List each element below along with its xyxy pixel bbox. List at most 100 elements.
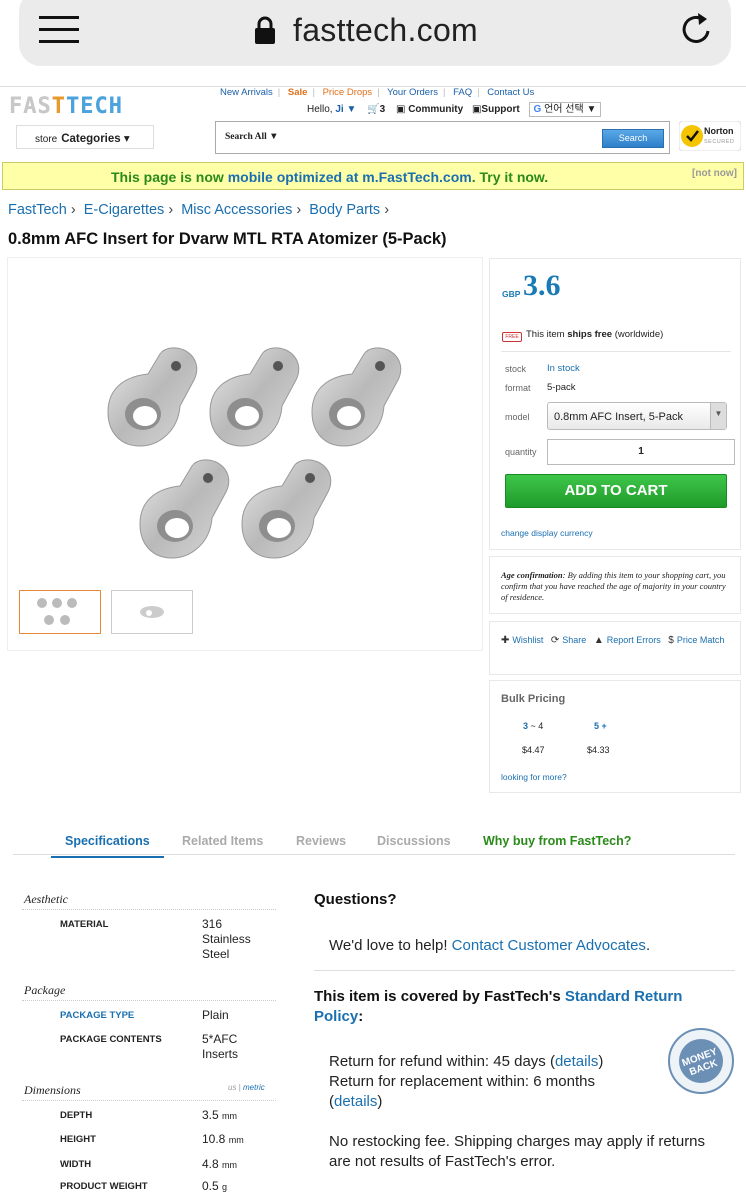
fasttech-logo[interactable]: FASTTECH	[9, 94, 123, 119]
warning-icon: ▲	[593, 635, 604, 646]
browser-toolbar: fasttech.com	[0, 0, 746, 86]
sale-link[interactable]: Sale	[288, 87, 308, 98]
change-currency-link[interactable]: change display currency	[501, 528, 593, 538]
stock-value: In stock	[547, 363, 580, 374]
mobile-site-link[interactable]: mobile optimized at m.FastTech.com	[228, 169, 472, 185]
format-label: format	[505, 383, 531, 393]
faq-link[interactable]: FAQ	[453, 87, 472, 98]
tab-discussions[interactable]: Discussions	[377, 834, 451, 848]
free-shipping-icon: FREE	[502, 332, 522, 342]
wishlist-link[interactable]: Wishlist	[512, 635, 543, 645]
mobile-site-banner: This page is now mobile optimized at m.F…	[2, 162, 744, 190]
spec-weight-key: PRODUCT WEIGHT	[60, 1181, 148, 1192]
spec-width-key: WIDTH	[60, 1159, 92, 1170]
cart-count[interactable]: 3	[380, 104, 386, 115]
thumbnail-1[interactable]	[19, 590, 101, 634]
chevron-down-icon: ▼	[710, 403, 726, 429]
lock-icon	[255, 16, 275, 44]
search-button[interactable]: Search	[602, 129, 664, 148]
your-orders-link[interactable]: Your Orders	[387, 87, 438, 98]
bulk-tier-1-price: $4.47	[522, 745, 545, 755]
purchase-panel: GBP 3.6 FREE This item ships free (worldw…	[489, 258, 741, 550]
looking-for-more-link[interactable]: looking for more?	[501, 772, 567, 782]
questions-title: Questions?	[314, 891, 397, 908]
norton-text: Norton SECURED	[704, 126, 735, 146]
spec-package-type-key: PACKAGE TYPE	[60, 1010, 135, 1021]
user-row: Hello, Ji ▼ 🛒3 ▣ Community ▣Support G 언어…	[307, 100, 602, 117]
bulk-pricing-title: Bulk Pricing	[501, 693, 566, 705]
contact-advocates-link[interactable]: Contact Customer Advocates	[452, 937, 646, 954]
user-menu[interactable]: Ji ▼	[335, 104, 356, 115]
quantity-input[interactable]: 1	[547, 439, 735, 465]
breadcrumb-fasttech[interactable]: FastTech	[8, 202, 67, 218]
wishlist-icon: ✚	[501, 635, 510, 646]
share-link[interactable]: Share	[562, 635, 586, 645]
product-gallery	[8, 258, 482, 650]
unit-switch[interactable]: us | metric	[228, 1083, 265, 1092]
currency-code: GBP	[502, 289, 521, 299]
search-scope-select[interactable]: Search All ▼	[225, 132, 279, 142]
spec-material-value: 316 Stainless Steel	[202, 917, 251, 961]
quantity-label: quantity	[505, 447, 537, 457]
tab-reviews[interactable]: Reviews	[296, 834, 346, 848]
categories-dropdown[interactable]: store Categories ▾	[16, 125, 154, 149]
help-text: We'd love to help! Contact Customer Advo…	[329, 937, 651, 954]
price: 3.6	[523, 269, 561, 302]
contact-us-link[interactable]: Contact Us	[487, 87, 534, 98]
price-drops-link[interactable]: Price Drops	[323, 87, 373, 98]
bulk-tier-1-qty: 3 ~ 4	[523, 721, 544, 731]
url-text[interactable]: fasttech.com	[293, 12, 478, 49]
not-now-link[interactable]: [not now]	[692, 168, 737, 179]
breadcrumb-body-parts[interactable]: Body Parts	[309, 202, 380, 218]
site-header: FASTTECH New Arrivals | Sale | Price Drops…	[0, 86, 746, 162]
restocking-note: No restocking fee. Shipping charges may …	[329, 1133, 706, 1170]
spec-package-contents-value: 5*AFC Inserts	[202, 1032, 239, 1061]
section-dimensions: Dimensions	[24, 1083, 81, 1097]
stock-label: stock	[505, 364, 527, 374]
spec-depth-key: DEPTH	[60, 1110, 93, 1121]
price-match-link[interactable]: Price Match	[677, 635, 725, 645]
product-main-image[interactable]	[98, 346, 408, 576]
breadcrumb-e-cigarettes[interactable]: E-Cigarettes	[84, 202, 165, 218]
spec-depth-value: 3.5 mm	[202, 1108, 238, 1122]
spec-package-contents-key: PACKAGE CONTENTS	[60, 1034, 162, 1045]
support-icon: ▣	[471, 104, 482, 115]
section-package: Package	[24, 983, 66, 997]
model-select[interactable]: 0.8mm AFC Insert, 5-Pack ▼	[547, 402, 727, 430]
spec-width-value: 4.8 mm	[202, 1157, 238, 1171]
refund-details-link[interactable]: details	[555, 1053, 598, 1070]
spec-weight-value: 0.5 g	[202, 1179, 228, 1193]
community-link[interactable]: Community	[408, 104, 463, 115]
spec-package-type-value: Plain	[202, 1008, 229, 1022]
free-shipping-note: FREE This item ships free (worldwide)	[502, 329, 663, 342]
format-value: 5-pack	[547, 382, 576, 393]
new-arrivals-link[interactable]: New Arrivals	[220, 87, 273, 98]
thumbnail-2[interactable]	[111, 590, 193, 634]
product-actions: ✚ Wishlist ⟳ Share ▲ Report Errors $ Price M…	[489, 621, 741, 675]
return-terms: Return for refund within: 45 days (detai…	[329, 1053, 604, 1110]
report-errors-link[interactable]: Report Errors	[607, 635, 661, 645]
breadcrumb-misc-accessories[interactable]: Misc Accessories	[181, 202, 292, 218]
return-policy-title: This item is covered by FastTech's Stand…	[314, 988, 683, 1025]
bulk-tier-2-qty: 5 +	[594, 721, 607, 731]
age-confirmation: Age confirmation: By adding this item to…	[489, 556, 741, 614]
tab-related-items[interactable]: Related Items	[182, 834, 263, 848]
tab-why-buy[interactable]: Why buy from FastTech?	[483, 834, 631, 848]
add-to-cart-button[interactable]: ADD TO CART	[505, 474, 727, 508]
community-icon: ▣	[395, 104, 406, 115]
share-icon: ⟳	[550, 635, 560, 646]
spec-material-key: MATERIAL	[60, 919, 109, 930]
language-select[interactable]: G 언어 선택 ▼	[528, 102, 602, 117]
tab-specifications[interactable]: Specifications	[51, 834, 164, 858]
support-link[interactable]: Support	[481, 104, 519, 115]
reload-icon[interactable]	[680, 11, 714, 47]
section-aesthetic: Aesthetic	[24, 892, 68, 906]
cart-icon[interactable]: 🛒	[367, 104, 379, 115]
bulk-tier-2-price: $4.33	[587, 745, 610, 755]
money-back-seal-icon: MONEY BACK	[668, 1028, 734, 1094]
search-input[interactable]: Search All ▼ Search	[215, 121, 670, 154]
dollar-icon: $	[668, 635, 674, 646]
model-label: model	[505, 412, 530, 422]
bulk-pricing: Bulk Pricing 3 ~ 4 5 + $4.47 $4.33 looki…	[489, 680, 741, 793]
replacement-details-link[interactable]: details	[334, 1093, 377, 1110]
